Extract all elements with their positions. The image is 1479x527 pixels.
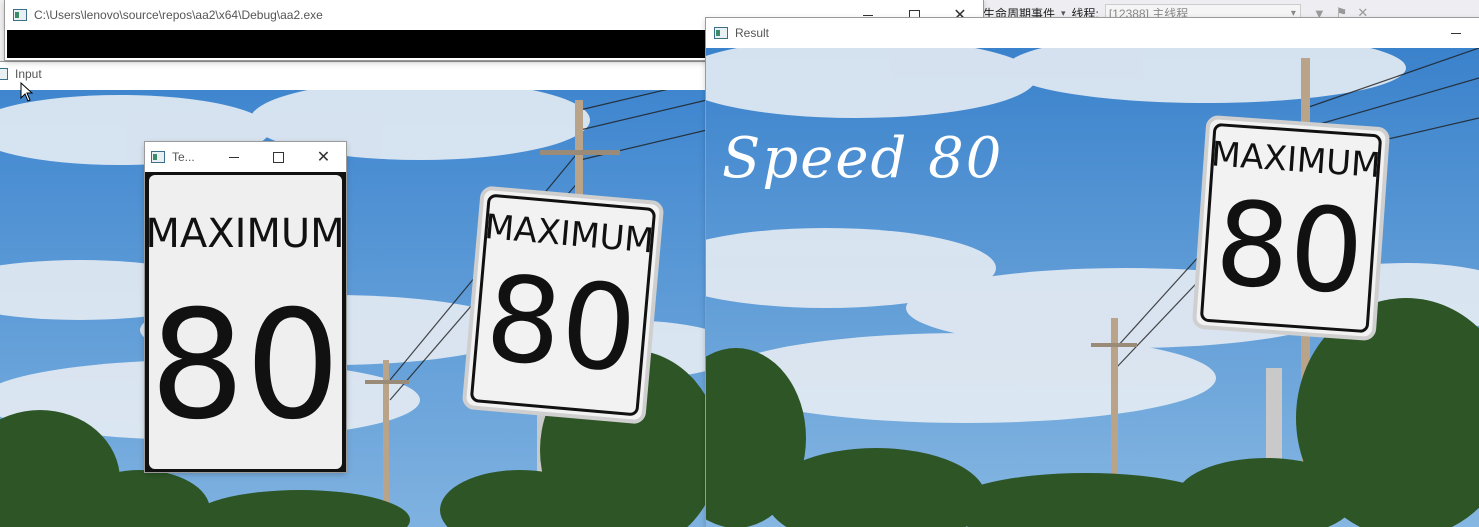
window-title: Result xyxy=(735,26,770,40)
template-window[interactable]: Te... ✕ MAXIMUM 80 xyxy=(145,142,346,472)
result-window[interactable]: Result MAXIMUM 80 Speed 80 xyxy=(706,18,1479,527)
minimize-icon[interactable] xyxy=(211,142,256,172)
result-titlebar[interactable]: Result xyxy=(706,18,1479,48)
window-title: Te... xyxy=(172,150,195,164)
sign-line2: 80 xyxy=(481,249,643,400)
template-titlebar[interactable]: Te... ✕ xyxy=(145,142,346,172)
sign-line2: 80 xyxy=(1211,176,1368,321)
sign-line1: MAXIMUM xyxy=(145,211,344,257)
minimize-icon[interactable] xyxy=(1433,18,1479,48)
input-titlebar[interactable]: Input xyxy=(0,62,707,86)
maximize-icon[interactable] xyxy=(256,142,301,172)
speed-overlay-text: Speed 80 xyxy=(722,126,1004,191)
app-icon xyxy=(13,9,27,21)
close-icon[interactable]: ✕ xyxy=(301,142,346,172)
window-title: C:\Users\lenovo\source\repos\aa2\x64\Deb… xyxy=(34,8,323,22)
app-icon xyxy=(0,68,8,80)
input-window[interactable]: Input MAXIMUM 80 xyxy=(0,62,707,527)
input-image: MAXIMUM 80 xyxy=(0,90,707,527)
mouse-cursor-icon xyxy=(20,82,34,102)
app-icon xyxy=(151,151,165,163)
app-icon xyxy=(714,27,728,39)
result-image: MAXIMUM 80 Speed 80 xyxy=(706,48,1479,527)
template-image: MAXIMUM 80 xyxy=(145,172,346,472)
dropdown-arrow-icon[interactable]: ▾ xyxy=(1061,8,1066,19)
window-title: Input xyxy=(15,67,42,81)
sign-line2: 80 xyxy=(150,279,341,453)
